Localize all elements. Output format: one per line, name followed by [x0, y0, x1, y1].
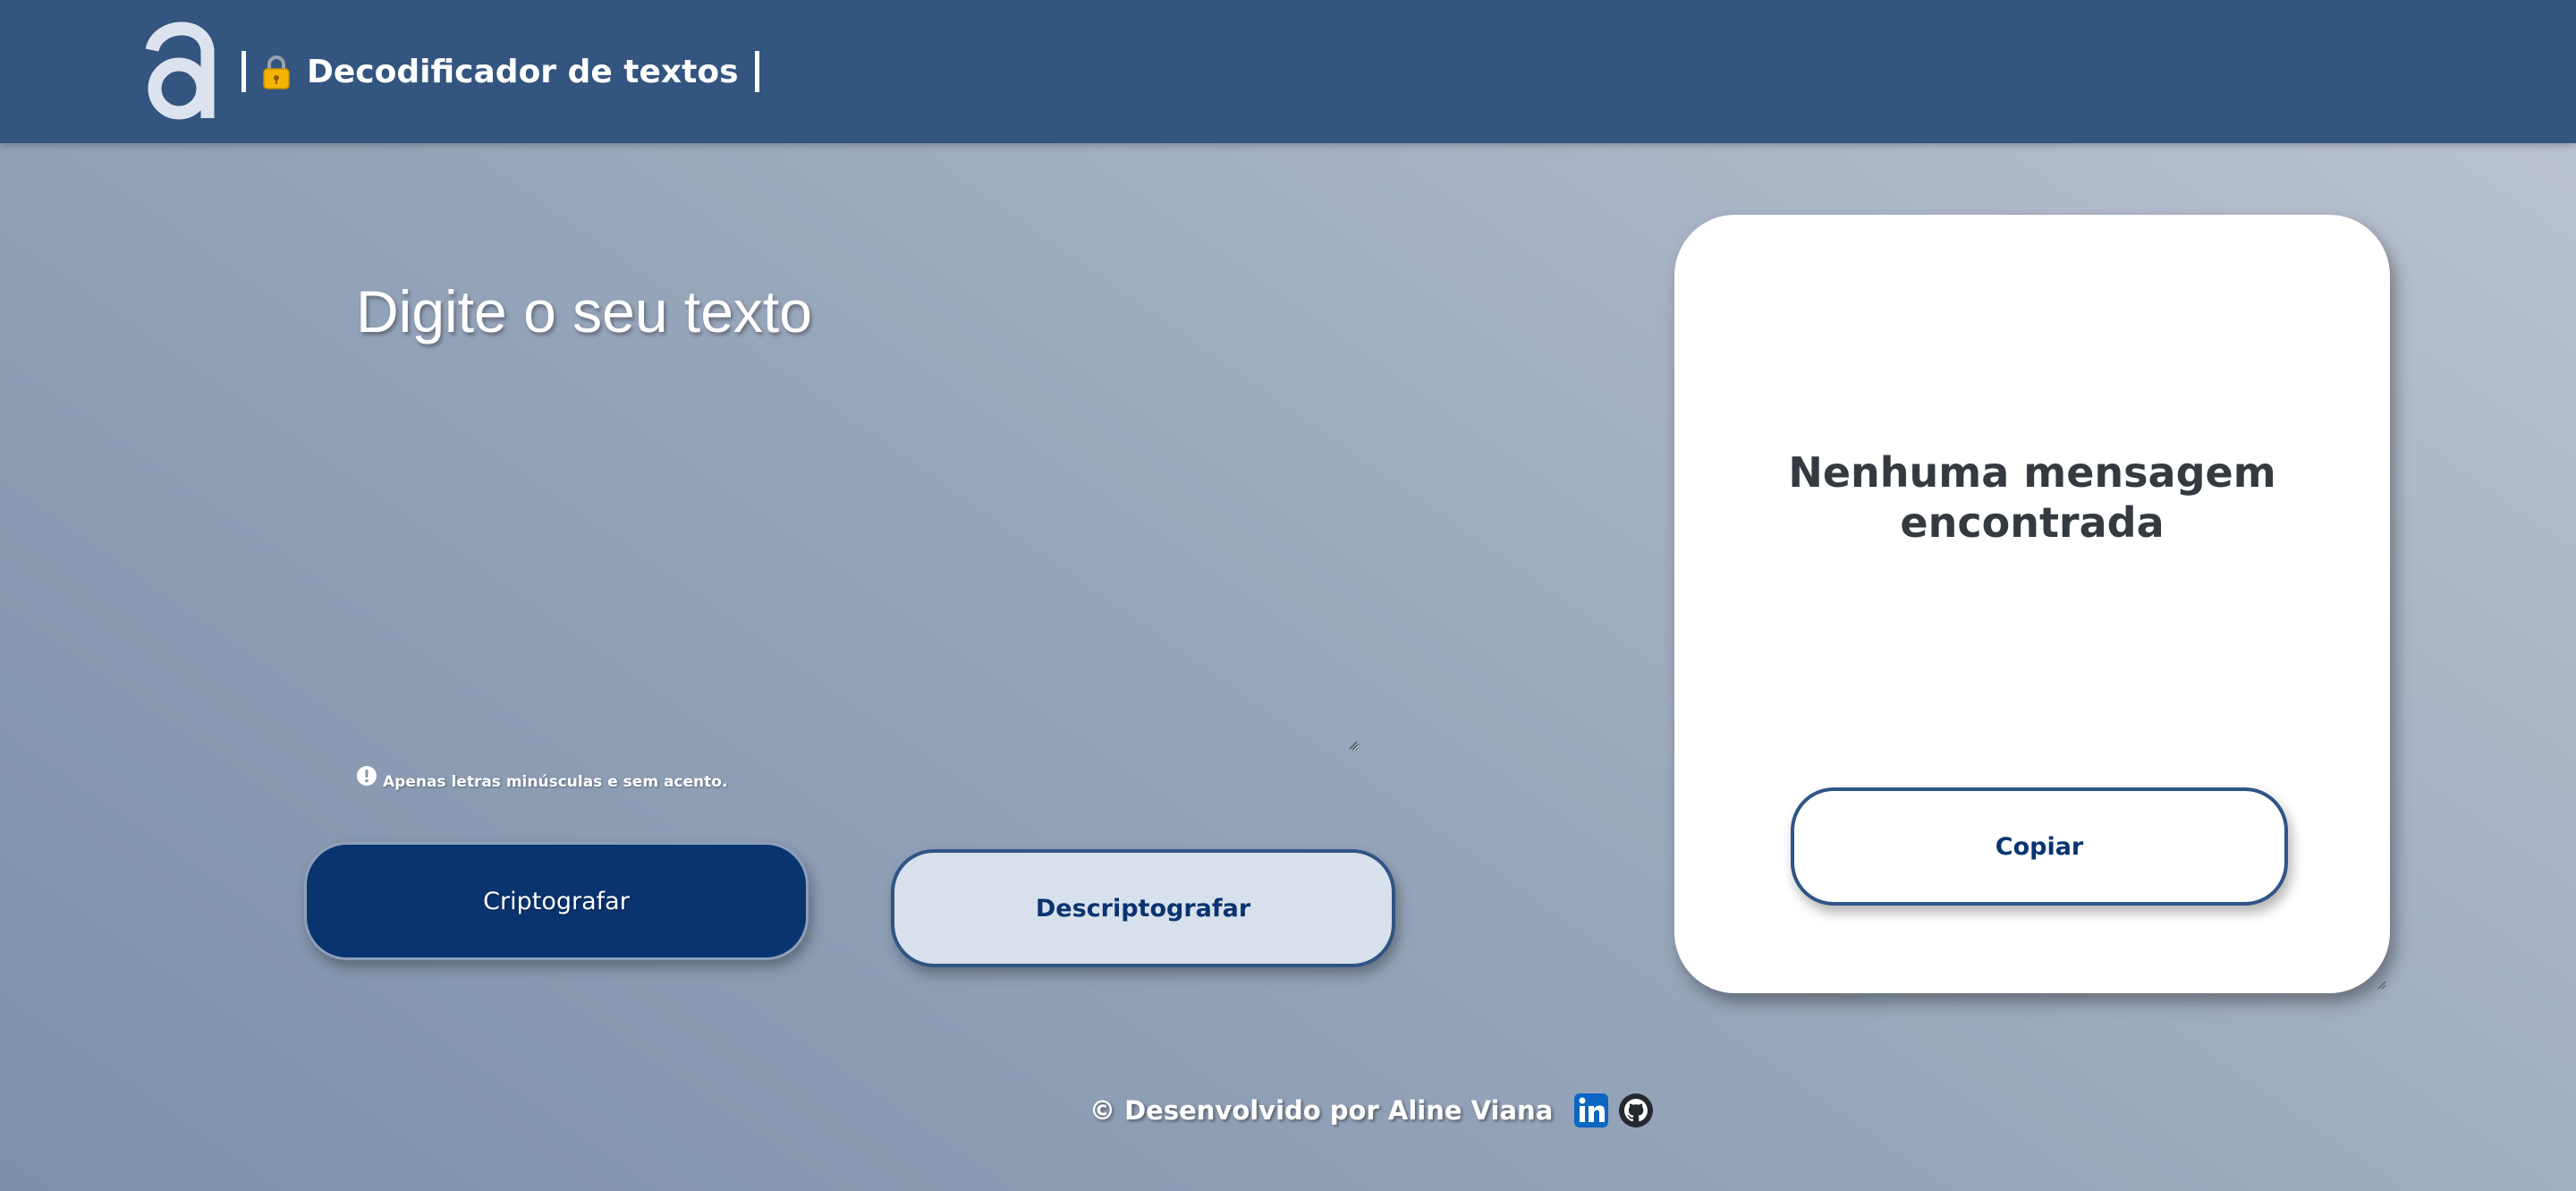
decrypt-button[interactable]: Descriptografar [891, 849, 1395, 967]
divider-left [242, 51, 246, 92]
brand-title: Decodificador de textos [242, 45, 759, 98]
social-links [1572, 1092, 1655, 1129]
resize-grip-icon[interactable] [1349, 741, 1358, 750]
header: Decodificador de textos [0, 0, 2576, 143]
app-title: Decodificador de textos [307, 53, 739, 90]
info-icon [357, 766, 377, 786]
hint-text: Apenas letras minúsculas e sem acento. [383, 773, 728, 791]
lock-icon [263, 55, 290, 89]
letter-a-logo-icon[interactable] [145, 14, 215, 122]
footer-credit: © Desenvolvido por Aline Viana [1089, 1095, 1554, 1126]
empty-message: Nenhuma mensagem encontrada [1788, 448, 2276, 547]
input-hint: Apenas letras minúsculas e sem acento. [356, 766, 728, 791]
github-icon[interactable] [1617, 1092, 1655, 1129]
linkedin-icon[interactable] [1572, 1092, 1610, 1129]
encrypt-button[interactable]: Criptografar [304, 842, 809, 960]
copy-button[interactable]: Copiar [1791, 787, 2288, 906]
text-input[interactable] [356, 277, 1360, 752]
output-card: Nenhuma mensagem encontrada Copiar [1674, 215, 2390, 993]
divider-right [754, 51, 759, 92]
footer: © Desenvolvido por Aline Viana [1089, 1088, 1655, 1133]
resize-grip-icon[interactable] [2377, 981, 2386, 990]
